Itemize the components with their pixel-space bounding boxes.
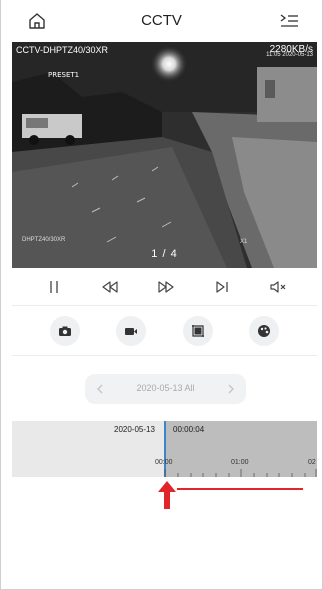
channel-pager: 1 / 4 <box>151 248 178 260</box>
osd-camera-name: DHPTZ40/30XR <box>22 237 66 243</box>
record-button[interactable] <box>116 316 146 346</box>
camera-name-label: CCTV-DHPTZ40/30XR <box>16 45 109 55</box>
next-frame-button[interactable] <box>212 278 232 296</box>
video-timestamp: 11:05 2020-05-13 <box>266 52 313 58</box>
crop-icon <box>192 325 204 337</box>
playback-timeline[interactable]: 2020-05-13 00:00:04 00:00 01:00 02 <box>12 421 317 477</box>
zoom-level-label: X1 <box>240 239 248 245</box>
live-video-view[interactable]: CCTV-DHPTZ40/30XR 2280KB/s 11:05 2020-05… <box>12 42 317 268</box>
timeline-date: 2020-05-13 <box>114 425 155 434</box>
date-selector-label: 2020-05-13 All <box>136 383 195 393</box>
date-selector[interactable]: 2020-05-13 All <box>85 374 246 404</box>
preset-label: PRESET1 <box>48 71 80 79</box>
annotation-arrow-left-icon <box>177 488 303 490</box>
snapshot-button[interactable] <box>50 316 80 346</box>
annotation-arrow-up-icon <box>158 481 176 509</box>
pause-button[interactable] <box>44 278 64 296</box>
playback-controls <box>12 268 317 306</box>
video-camera-icon <box>125 328 137 335</box>
palette-icon <box>258 325 270 337</box>
chevron-right-icon[interactable] <box>226 383 236 395</box>
list-menu-icon[interactable] <box>279 13 299 29</box>
top-bar: CCTV <box>1 0 322 42</box>
crop-button[interactable] <box>183 316 213 346</box>
mute-button[interactable] <box>268 278 288 296</box>
timeline-ticks <box>164 469 317 477</box>
digital-zoom-button[interactable] <box>249 316 279 346</box>
page-title: CCTV <box>141 12 182 29</box>
tool-buttons <box>12 306 317 356</box>
camera-icon <box>59 326 71 336</box>
fast-forward-button[interactable] <box>156 278 176 296</box>
timeline-current-time: 00:00:04 <box>173 425 205 434</box>
rewind-button[interactable] <box>100 278 120 296</box>
